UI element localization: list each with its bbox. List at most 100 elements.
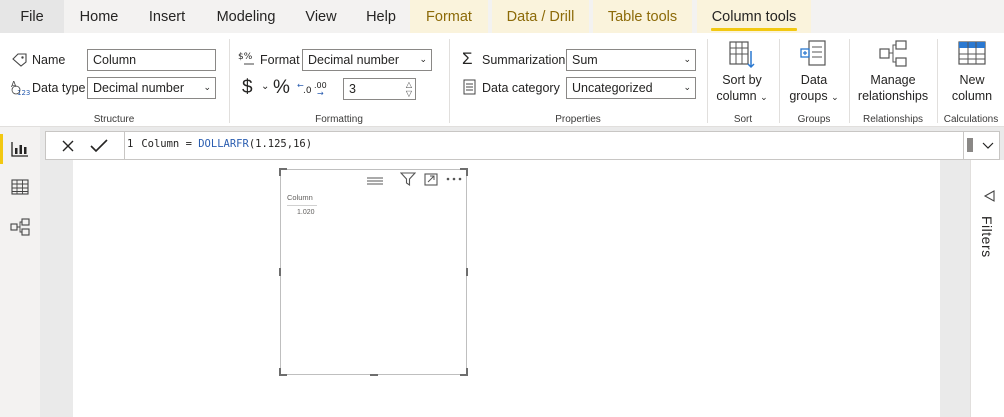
percent-button[interactable]: % — [273, 77, 290, 99]
sort-by-column-button[interactable]: Sort by column ⌄ — [712, 39, 772, 105]
tab-data-drill[interactable]: Data / Drill — [492, 0, 589, 33]
commit-formula-button[interactable] — [84, 132, 114, 159]
visual-drag-grip[interactable] — [367, 174, 383, 188]
ribbon: Name Column A 123 Data type Decimal numb… — [0, 33, 1004, 127]
decimal-places-icons[interactable]: ← .0 .00 → — [297, 78, 333, 98]
svg-text:.0: .0 — [303, 86, 312, 96]
formula-args: (1.125,16) — [248, 138, 313, 150]
decimal-places-stepper[interactable]: 3 △ ▽ — [343, 78, 416, 100]
formula-bar-separator — [124, 132, 125, 159]
model-view-button[interactable] — [0, 209, 40, 245]
tab-column-tools[interactable]: Column tools — [697, 0, 811, 33]
currency-button[interactable]: $ — [242, 77, 253, 99]
tab-modeling[interactable]: Modeling — [208, 0, 284, 33]
currency-chevron-icon[interactable]: ⌄ — [261, 81, 269, 92]
table-view-icon — [11, 179, 29, 195]
data-category-dropdown[interactable]: Uncategorized ⌄ — [566, 77, 696, 99]
data-groups-label-2: groups ⌄ — [789, 88, 838, 105]
tab-table-tools[interactable]: Table tools — [593, 0, 692, 33]
resize-handle[interactable] — [279, 168, 281, 176]
filters-pane-collapsed[interactable]: Filters — [970, 160, 1004, 417]
visual-header-toolbar — [400, 172, 462, 186]
data-type-label: Data type — [32, 81, 86, 95]
decimal-places-value: 3 — [349, 82, 356, 96]
groups-group-label: Groups — [797, 114, 831, 125]
tab-home[interactable]: Home — [71, 0, 127, 33]
cancel-formula-button[interactable] — [53, 132, 83, 159]
relationships-group-label: Relationships — [862, 114, 924, 125]
summarization-dropdown[interactable]: Sum ⌄ — [566, 49, 696, 71]
resize-handle[interactable] — [466, 168, 468, 176]
chevron-down-icon: ⌄ — [831, 92, 839, 102]
format-dropdown[interactable]: Decimal number ⌄ — [302, 49, 432, 71]
sort-by-column-label-2-text: column — [716, 89, 757, 103]
new-column-button[interactable]: New column — [944, 39, 1000, 104]
format-icon: $% — [238, 52, 254, 65]
sort-group-label: Sort — [733, 114, 753, 125]
resize-handle[interactable] — [279, 268, 281, 276]
new-column-label-1: New — [959, 73, 985, 87]
svg-text:→: → — [317, 89, 324, 98]
manage-relationships-button[interactable]: Manage relationships — [854, 39, 932, 104]
resize-handle[interactable] — [466, 268, 468, 276]
data-groups-button[interactable]: Data groups ⌄ — [786, 39, 842, 105]
expand-pane-icon[interactable] — [982, 190, 996, 202]
chevron-down-icon: ⌄ — [419, 54, 427, 64]
data-groups-label-1: Data — [800, 73, 828, 87]
stepper-up-icon[interactable]: △ — [406, 81, 412, 89]
group-separator — [779, 39, 780, 123]
group-separator — [229, 39, 230, 123]
group-separator — [937, 39, 938, 123]
tab-view[interactable]: View — [298, 0, 344, 33]
resize-handle[interactable] — [370, 374, 378, 376]
formula-line-number: 1 — [127, 138, 134, 150]
drag-handle-icon — [367, 177, 383, 185]
filter-icon[interactable] — [400, 172, 416, 186]
chevron-down-icon: ⌄ — [760, 92, 768, 102]
resize-handle[interactable] — [466, 368, 468, 376]
name-input[interactable]: Column — [87, 49, 216, 71]
tab-file[interactable]: File — [0, 0, 64, 33]
data-type-icon: A 123 — [11, 80, 30, 97]
stepper-down-icon[interactable]: ▽ — [406, 90, 412, 98]
active-tab-indicator — [711, 28, 797, 31]
data-type-value: Decimal number — [93, 81, 185, 95]
data-view-button[interactable] — [0, 169, 40, 205]
data-category-icon — [463, 79, 476, 95]
group-separator — [707, 39, 708, 123]
svg-text:$%: $% — [238, 52, 253, 62]
tag-icon — [12, 53, 27, 67]
tab-format[interactable]: Format — [410, 0, 488, 33]
report-page[interactable] — [73, 158, 940, 417]
chevron-down-icon — [966, 137, 993, 152]
table-visual[interactable]: Column 1.020 — [279, 168, 468, 376]
formula-editor[interactable]: 1 Column = DOLLARFR(1.125,16) — [127, 138, 312, 150]
formula-function: DOLLARFR — [198, 138, 249, 150]
tab-help[interactable]: Help — [358, 0, 404, 33]
format-label: Format — [260, 53, 300, 67]
more-options-icon[interactable] — [446, 176, 462, 182]
table-cell-value: 1.020 — [297, 209, 315, 216]
report-view-button[interactable] — [0, 131, 40, 167]
new-column-icon — [958, 41, 986, 65]
formula-bar: 1 Column = DOLLARFR(1.125,16) — [45, 131, 1000, 160]
resize-handle[interactable] — [279, 368, 281, 376]
group-separator — [849, 39, 850, 123]
filters-label: Filters — [979, 216, 995, 258]
tab-insert[interactable]: Insert — [140, 0, 194, 33]
table-column-header: Column — [287, 193, 313, 202]
properties-group-label: Properties — [555, 114, 601, 125]
view-switcher-rail — [0, 127, 40, 417]
svg-text:A: A — [11, 80, 17, 89]
format-value: Decimal number — [308, 53, 400, 67]
report-view-icon — [11, 142, 28, 157]
table-header-divider — [287, 205, 317, 206]
data-type-dropdown[interactable]: Decimal number ⌄ — [87, 77, 216, 99]
model-view-icon — [10, 218, 30, 236]
focus-mode-icon[interactable] — [424, 172, 438, 186]
sort-by-column-label-2: column ⌄ — [716, 88, 767, 105]
new-column-label-2: column — [951, 89, 993, 103]
chevron-down-icon: ⌄ — [683, 82, 691, 92]
expand-formula-button[interactable] — [963, 132, 999, 159]
manage-relationships-label-1: Manage — [870, 73, 916, 87]
